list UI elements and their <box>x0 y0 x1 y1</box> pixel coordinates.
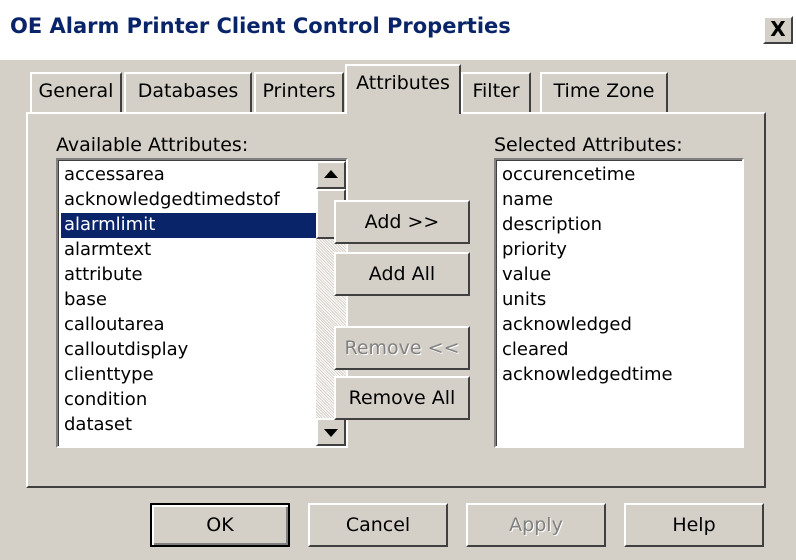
available-attributes-list[interactable]: accessarea acknowledgedtimedstof alarmli… <box>56 158 348 448</box>
arrow-up-icon <box>324 170 338 178</box>
cancel-button[interactable]: Cancel <box>308 503 448 547</box>
list-item[interactable]: attribute <box>61 263 143 288</box>
add-all-button[interactable]: Add All <box>334 252 470 296</box>
list-item-selected[interactable]: alarmlimit <box>61 213 317 238</box>
scroll-up-button[interactable] <box>316 161 346 189</box>
scroll-down-button[interactable] <box>316 418 346 446</box>
tab-label: General <box>38 80 114 102</box>
tab-databases[interactable]: Databases <box>124 72 252 112</box>
tab-label: Databases <box>137 80 239 102</box>
list-item[interactable]: units <box>499 288 546 313</box>
list-item[interactable]: description <box>499 213 602 238</box>
available-attributes-label: Available Attributes: <box>56 134 249 156</box>
list-item[interactable]: acknowledgedtimedstof <box>61 188 280 213</box>
list-item[interactable]: name <box>499 188 553 213</box>
attributes-tab-panel: Available Attributes: accessarea acknowl… <box>26 112 766 488</box>
tab-time-zone[interactable]: Time Zone <box>540 72 668 112</box>
list-item[interactable]: base <box>61 288 107 313</box>
list-item[interactable]: acknowledgedtime <box>499 363 673 388</box>
window-title: OE Alarm Printer Client Control Properti… <box>10 14 511 38</box>
tab-label: Filter <box>472 80 520 102</box>
selected-attributes-list[interactable]: occurencetime name description priority … <box>494 158 744 448</box>
list-item[interactable]: acknowledged <box>499 313 632 338</box>
tab-label: Attributes <box>356 72 450 94</box>
properties-dialog: OE Alarm Printer Client Control Properti… <box>0 0 796 560</box>
title-bar: OE Alarm Printer Client Control Properti… <box>0 0 796 60</box>
close-button[interactable]: X <box>763 16 793 44</box>
ok-button[interactable]: OK <box>150 503 290 547</box>
arrow-down-icon <box>324 429 338 437</box>
list-item[interactable]: condition <box>61 388 147 413</box>
selected-attributes-label: Selected Attributes: <box>494 134 683 156</box>
list-item[interactable]: cleared <box>499 338 569 363</box>
tab-general[interactable]: General <box>30 72 122 112</box>
remove-button[interactable]: Remove << <box>334 326 470 370</box>
close-icon[interactable]: X <box>770 17 785 41</box>
list-item[interactable]: calloutdisplay <box>61 338 188 363</box>
list-item[interactable]: accessarea <box>61 163 165 188</box>
selected-list-viewport: occurencetime name description priority … <box>496 160 742 446</box>
list-item[interactable]: priority <box>499 238 567 263</box>
help-button[interactable]: Help <box>624 503 764 547</box>
list-item[interactable]: value <box>499 263 551 288</box>
list-item[interactable]: clienttype <box>61 363 154 388</box>
list-item[interactable]: alarmtext <box>61 238 151 263</box>
apply-button[interactable]: Apply <box>466 503 606 547</box>
tab-label: Printers <box>262 80 336 102</box>
tab-label: Time Zone <box>553 80 655 102</box>
tab-attributes[interactable]: Attributes <box>345 64 461 114</box>
list-item[interactable]: calloutarea <box>61 313 165 338</box>
tab-filter[interactable]: Filter <box>461 72 531 112</box>
list-item[interactable]: occurencetime <box>499 163 635 188</box>
available-list-viewport: accessarea acknowledgedtimedstof alarmli… <box>58 160 346 446</box>
add-button[interactable]: Add >> <box>334 200 470 244</box>
remove-all-button[interactable]: Remove All <box>334 376 470 420</box>
list-item[interactable]: dataset <box>61 413 132 438</box>
tab-printers[interactable]: Printers <box>254 72 344 112</box>
